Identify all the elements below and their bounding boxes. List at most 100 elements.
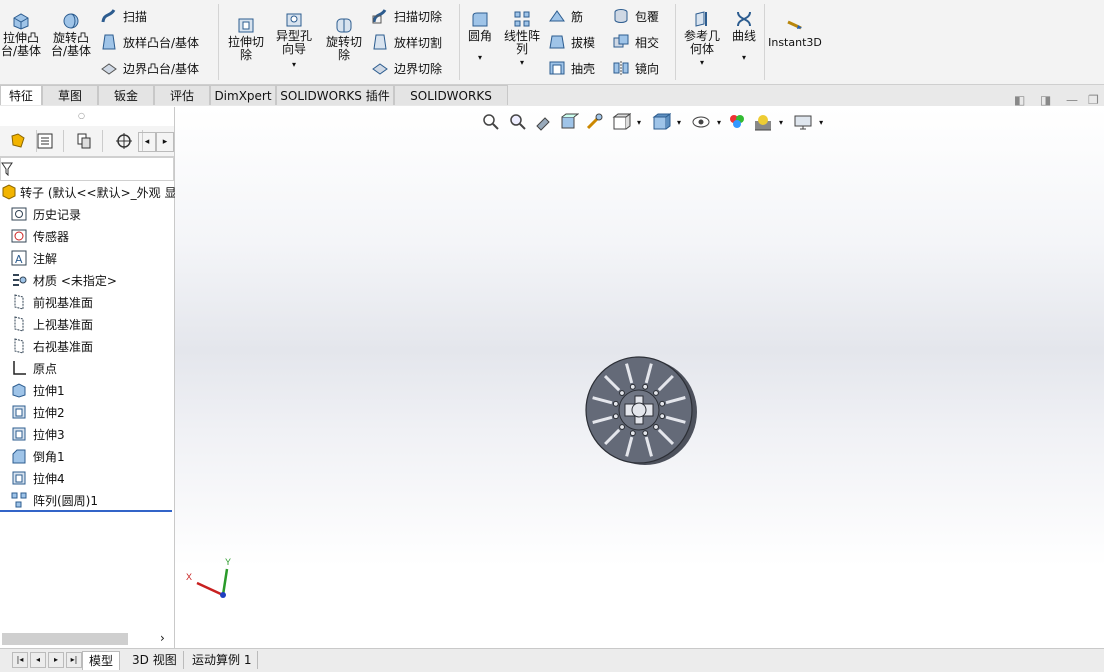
tile-right-icon[interactable]: ◨ <box>1040 93 1051 107</box>
configuration-manager-tab[interactable] <box>66 130 103 152</box>
loft-boss-button[interactable]: 放样凸台/基体 <box>100 31 199 53</box>
configuration-manager-icon <box>77 133 91 149</box>
tree-item[interactable]: A 注解 <box>10 247 57 269</box>
tile-left-icon[interactable]: ◧ <box>1014 93 1025 107</box>
linear-pattern-dropdown-icon[interactable]: ▾ <box>520 56 524 69</box>
hole-wizard-dropdown-icon[interactable]: ▾ <box>292 58 296 71</box>
section-view-icon[interactable] <box>559 112 579 132</box>
shell-button[interactable]: 抽壳 <box>548 57 595 79</box>
mirror-button[interactable]: 镜向 <box>612 57 659 79</box>
tree-item[interactable]: 拉伸2 <box>10 401 65 423</box>
tab-sheet-metal[interactable]: 钣金 <box>98 85 154 105</box>
first-tab-icon[interactable]: |◂ <box>12 652 28 668</box>
intersect-icon <box>613 34 629 48</box>
tree-item[interactable]: 右视基准面 <box>10 335 93 357</box>
prev-tab-icon[interactable]: ◂ <box>30 652 46 668</box>
view-orientation-icon[interactable] <box>611 112 631 132</box>
rotor-slot-hole <box>653 424 659 430</box>
rollback-bar[interactable] <box>0 510 172 512</box>
tree-item-label: 拉伸4 <box>33 471 65 486</box>
tree-item[interactable]: 倒角1 <box>10 445 65 467</box>
tab-3d-views[interactable]: 3D 视图 <box>126 651 184 669</box>
sweep-button[interactable]: 扫描 <box>100 5 147 27</box>
hide-show-dropdown-icon[interactable]: ▾ <box>717 118 721 127</box>
tree-item[interactable]: 阵列(圆周)1 <box>10 489 98 511</box>
revolve-boss-button[interactable]: 旋转凸 台/基体 <box>48 12 94 58</box>
property-manager-tab[interactable] <box>27 130 64 152</box>
display-style-icon[interactable] <box>651 112 672 132</box>
tab-sketch[interactable]: 草图 <box>42 85 98 105</box>
hide-show-items-icon[interactable] <box>691 112 711 132</box>
curves-button[interactable]: 曲线 ▾ <box>728 10 760 64</box>
tab-features[interactable]: 特征 <box>0 85 42 105</box>
tab-solidworks-addins[interactable]: SOLIDWORKS 插件 <box>276 85 394 105</box>
rib-button[interactable]: 筋 <box>548 5 583 27</box>
extrude-boss-icon <box>13 13 29 30</box>
rotor-part-model[interactable] <box>583 354 701 468</box>
revolve-cut-icon <box>336 18 352 33</box>
tab-solidworks-mbd[interactable]: SOLIDWORKS MBD <box>394 85 508 123</box>
reference-triad: X Y <box>186 557 231 598</box>
triad-y-label: Y <box>225 557 231 567</box>
tree-item[interactable]: 原点 <box>10 357 57 379</box>
minimize-icon[interactable]: — <box>1066 93 1078 107</box>
tree-item[interactable]: 拉伸3 <box>10 423 65 445</box>
panel-scroll-right-icon[interactable]: ▸ <box>156 132 174 152</box>
draft-button[interactable]: 拔模 <box>548 31 595 53</box>
panel-scroll-left-icon[interactable]: ◂ <box>138 132 156 152</box>
wrap-button[interactable]: 包覆 <box>612 5 659 27</box>
tab-dimxpert[interactable]: DimXpert <box>210 85 276 105</box>
display-style-dropdown-icon[interactable]: ▾ <box>677 118 681 127</box>
boundary-cut-button[interactable]: 边界切除 <box>371 57 442 79</box>
tab-model[interactable]: 模型 <box>82 651 121 670</box>
hole-wizard-button[interactable]: 异型孔 向导 ▾ <box>272 10 316 71</box>
extrude-boss-button[interactable]: 拉伸凸 台/基体 <box>0 12 42 58</box>
rotor-slot-hole <box>653 390 659 396</box>
extrude-cut-button[interactable]: 拉伸切 除 <box>224 16 268 62</box>
view-settings-dropdown-icon[interactable]: ▾ <box>819 118 823 127</box>
linear-pattern-button[interactable]: 线性阵 列 ▾ <box>500 10 544 69</box>
apply-scene-dropdown-icon[interactable]: ▾ <box>779 118 783 127</box>
fillet-button[interactable]: 圆角 ▾ <box>464 10 496 64</box>
intersect-button[interactable]: 相交 <box>612 31 659 53</box>
reference-geometry-button[interactable]: 参考几 何体 ▾ <box>680 10 724 69</box>
panel-tab-bar: ◂ ▸ <box>0 126 174 157</box>
view-orientation-dropdown-icon[interactable]: ▾ <box>637 118 641 127</box>
reference-geometry-dropdown-icon[interactable]: ▾ <box>700 56 704 69</box>
tree-item-label: 注解 <box>33 251 58 266</box>
revolve-cut-button[interactable]: 旋转切 除 <box>322 16 366 62</box>
panel-grip-icon[interactable]: ○ <box>78 111 85 120</box>
tab-evaluate[interactable]: 评估 <box>154 85 210 105</box>
boundary-boss-button[interactable]: 边界凸台/基体 <box>100 57 199 79</box>
lofted-cut-button[interactable]: 放样切割 <box>371 31 442 53</box>
zoom-to-area-icon[interactable] <box>507 112 527 132</box>
rotor-slot-hole <box>612 400 619 407</box>
graphics-area[interactable]: ▾ ▾ ▾ ▾ ▾ X Y <box>175 107 1104 648</box>
next-tab-icon[interactable]: ▸ <box>48 652 64 668</box>
view-settings-icon[interactable] <box>793 112 813 132</box>
horizontal-scrollbar[interactable] <box>2 633 128 645</box>
tree-root-part[interactable]: 转子 (默认<<默认>_外观 显示 <box>0 181 188 203</box>
tree-filter-field[interactable] <box>0 157 174 181</box>
last-tab-icon[interactable]: ▸| <box>66 652 82 668</box>
apply-scene-icon[interactable] <box>753 112 773 132</box>
tab-motion-study-1[interactable]: 运动算例 1 <box>186 651 259 669</box>
tree-item[interactable]: 传感器 <box>10 225 69 247</box>
curves-dropdown-icon[interactable]: ▾ <box>742 51 746 64</box>
restore-icon[interactable]: ❐ <box>1088 93 1099 107</box>
tree-item[interactable]: 拉伸4 <box>10 467 65 489</box>
fillet-dropdown-icon[interactable]: ▾ <box>478 51 482 64</box>
dynamic-annotation-view-icon[interactable] <box>585 112 605 132</box>
tree-item[interactable]: 上视基准面 <box>10 313 93 335</box>
instant3d-button[interactable]: Instant3D <box>768 16 822 49</box>
edit-appearance-icon[interactable] <box>727 112 747 132</box>
tree-item[interactable]: 材质 <未指定> <box>10 269 117 291</box>
swept-cut-button[interactable]: 扫描切除 <box>371 5 442 27</box>
fillet-icon <box>472 12 488 27</box>
previous-view-icon[interactable] <box>533 112 553 132</box>
zoom-to-fit-icon[interactable] <box>481 112 501 132</box>
tree-item[interactable]: 拉伸1 <box>10 379 65 401</box>
tree-item[interactable]: 历史记录 <box>10 203 81 225</box>
scroll-right-arrow-icon[interactable]: › <box>160 631 165 645</box>
tree-item[interactable]: 前视基准面 <box>10 291 93 313</box>
